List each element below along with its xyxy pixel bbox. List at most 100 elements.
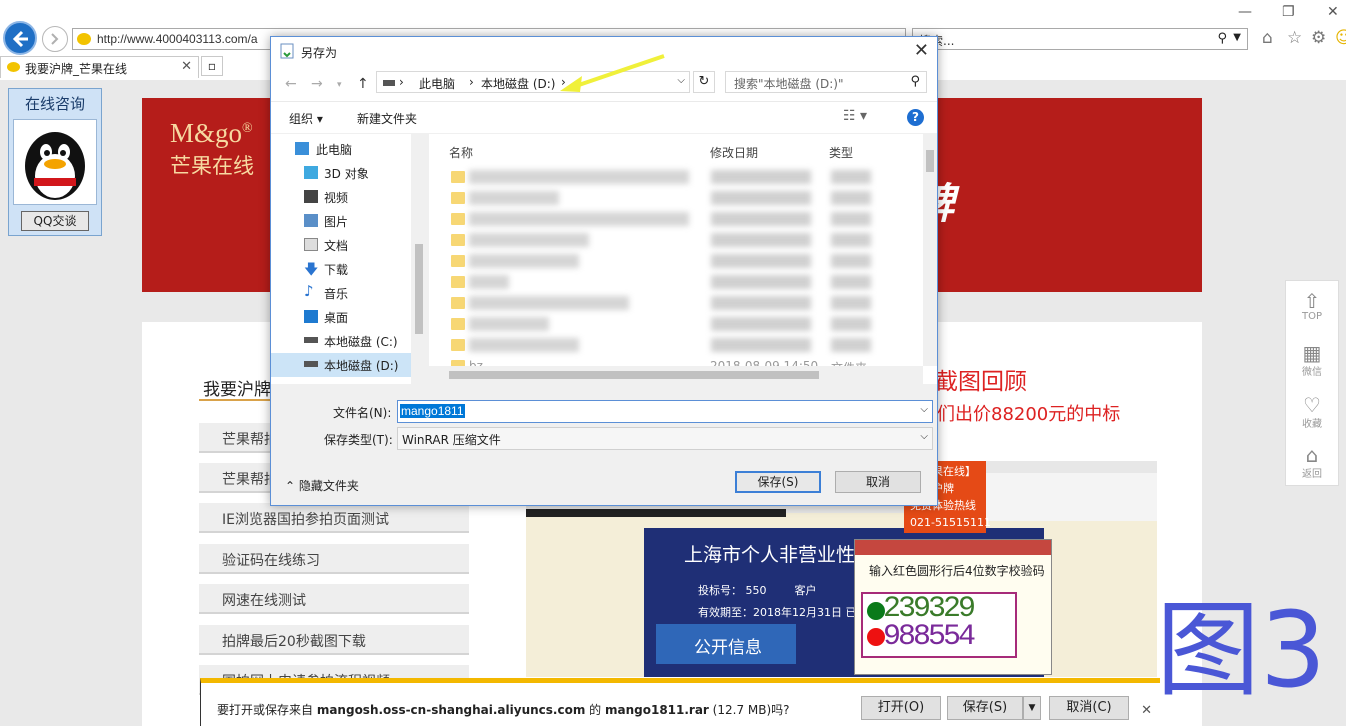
file-row[interactable] (451, 231, 921, 251)
nav-back-icon[interactable]: ← (285, 76, 297, 92)
navigation-tree: 此电脑 3D 对象 视频 图片 文档 🡇 下载 ♪ 音乐 桌面 本地磁盘 (C:) … (271, 134, 427, 384)
tool-favorite[interactable]: ♡ 收藏 (1286, 387, 1338, 437)
close-icon[interactable]: ✕ (1141, 703, 1152, 718)
home-icon[interactable]: ⌂ (1262, 28, 1273, 48)
favorites-star-icon[interactable]: ☆ (1287, 28, 1302, 48)
tool-back[interactable]: ⌂ 返回 (1286, 437, 1338, 487)
tree-item-desktop[interactable]: 桌面 (271, 305, 411, 329)
tab-favicon-icon (7, 62, 20, 72)
breadcrumb-this-pc[interactable]: 此电脑 (419, 75, 455, 92)
yellow-annotation-arrow (560, 54, 665, 92)
address-url: http://www.4000403113.com/a (97, 32, 258, 46)
breadcrumb-drive-d[interactable]: 本地磁盘 (D:) (481, 75, 555, 92)
tree-item-drive-c[interactable]: 本地磁盘 (C:) (271, 329, 411, 353)
sidebar-item[interactable]: IE浏览器国拍参拍页面测试 (199, 503, 469, 533)
browser-search-box[interactable]: 搜索... ⚲ ▼ (912, 28, 1248, 50)
column-type[interactable]: 类型 (829, 144, 853, 161)
filetype-value: WinRAR 压缩文件 (402, 433, 501, 447)
drive-d-icon (304, 361, 318, 367)
file-row[interactable] (451, 336, 921, 356)
close-window-button[interactable]: ✕ (1327, 4, 1339, 20)
dialog-search-placeholder: 搜索"本地磁盘 (D:)" (734, 77, 844, 91)
restore-button[interactable]: ❐ (1282, 4, 1295, 20)
tree-item-pictures[interactable]: 图片 (271, 209, 411, 233)
captcha-instruction: 输入红色圆形行后4位数字校验码 (869, 564, 1045, 578)
filename-input[interactable]: mango1811 ⌵ (397, 400, 933, 423)
chevron-down-icon[interactable]: ⌵ (920, 431, 928, 442)
column-modified[interactable]: 修改日期 (710, 144, 758, 161)
filename-value: mango1811 (400, 404, 465, 418)
hide-folders-toggle[interactable]: ⌃ 隐藏文件夹 (285, 477, 359, 494)
file-list-vscrollbar[interactable] (923, 134, 937, 366)
refresh-button[interactable]: ↻ (693, 71, 715, 93)
logo-main: M&go® (170, 118, 253, 148)
tree-item-3d[interactable]: 3D 对象 (271, 161, 411, 185)
nav-forward-icon[interactable]: → (311, 76, 323, 92)
folder-icon (451, 318, 465, 330)
chevron-up-icon: ⌃ (285, 479, 299, 493)
chevron-down-icon[interactable]: ▼ (1233, 32, 1241, 43)
file-row[interactable] (451, 210, 921, 230)
tab-close-icon[interactable]: ✕ (181, 59, 192, 74)
view-options-icon[interactable]: ☷ ▾ (843, 108, 867, 124)
tree-item-drive-d[interactable]: 本地磁盘 (D:) (271, 353, 411, 377)
figure-bid-number: 投标号： 550 客户 (698, 584, 817, 597)
tree-item-this-pc[interactable]: 此电脑 (271, 137, 411, 161)
tool-top[interactable]: ⇧ TOP (1286, 283, 1338, 333)
file-row[interactable] (451, 273, 921, 293)
download-open-button[interactable]: 打开(O) (861, 696, 941, 720)
tree-item-documents[interactable]: 文档 (271, 233, 411, 257)
back-button[interactable] (3, 21, 37, 55)
organize-menu[interactable]: 组织 ▾ (289, 110, 323, 127)
download-notification-bar: 要打开或保存来自 mangosh.oss-cn-shanghai.aliyunc… (200, 678, 1160, 726)
download-save-dropdown[interactable]: ▼ (1023, 696, 1041, 720)
forward-button[interactable] (42, 26, 68, 52)
dialog-search-input[interactable]: 搜索"本地磁盘 (D:)" ⚲ (725, 71, 927, 93)
save-button[interactable]: 保存(S) (735, 471, 821, 493)
music-icon: ♪ (304, 282, 314, 300)
qq-title: 在线咨询 (24, 95, 85, 113)
tool-wechat[interactable]: ▦ 微信 (1286, 335, 1338, 385)
dialog-close-button[interactable]: ✕ (914, 40, 929, 61)
gear-icon[interactable]: ⚙ (1311, 28, 1326, 48)
sidebar-item[interactable]: 拍牌最后20秒截图下载 (199, 625, 469, 655)
chevron-down-icon[interactable]: ⌵ (920, 404, 928, 415)
filetype-select[interactable]: WinRAR 压缩文件 ⌵ (397, 427, 933, 450)
new-tab-button[interactable]: ▫ (201, 56, 223, 76)
file-list: 名称 修改日期 类型 bz 2018-08-09 14:50 文件夹 (429, 134, 937, 384)
download-cancel-button[interactable]: 取消(C) (1049, 696, 1129, 720)
download-save-button[interactable]: 保存(S) (947, 696, 1023, 720)
file-row[interactable] (451, 252, 921, 272)
filename-label: 文件名(N): (333, 406, 392, 420)
tab-title: 我要沪牌_芒果在线 (25, 62, 128, 76)
cancel-button[interactable]: 取消 (835, 471, 921, 493)
folder-icon (451, 213, 465, 225)
tab-active[interactable]: 我要沪牌_芒果在线 ✕ (0, 56, 199, 78)
nav-recent-icon[interactable]: ▾ (337, 80, 342, 90)
save-as-dialog: 另存为 ✕ ← → ▾ ↑ › 此电脑 › 本地磁盘 (D:) › ⌵ ↻ 搜索… (270, 36, 938, 506)
minimize-button[interactable]: — (1238, 4, 1252, 20)
sidebar-item[interactable]: 验证码在线练习 (199, 544, 469, 574)
file-row[interactable] (451, 315, 921, 335)
file-row[interactable] (451, 294, 921, 314)
file-row[interactable] (451, 189, 921, 209)
dialog-toolbar: 组织 ▾ 新建文件夹 ☷ ▾ ? (271, 101, 937, 133)
tree-item-music[interactable]: ♪ 音乐 (271, 281, 411, 305)
help-icon[interactable]: ? (907, 109, 924, 126)
chevron-down-icon[interactable]: ⌵ (677, 75, 685, 86)
section-subheading: 们出价88200元的中标 (937, 404, 1121, 425)
tree-scrollbar[interactable] (411, 134, 427, 384)
file-row[interactable] (451, 168, 921, 188)
home-icon: ⌂ (1305, 443, 1319, 467)
qq-chat-button[interactable]: QQ交谈 (21, 211, 89, 231)
tree-item-downloads[interactable]: 🡇 下载 (271, 257, 411, 281)
new-folder-button[interactable]: 新建文件夹 (357, 110, 417, 127)
nav-up-icon[interactable]: ↑ (357, 76, 369, 92)
smiley-feedback-icon[interactable]: ☺ (1335, 28, 1346, 48)
tree-item-video[interactable]: 视频 (271, 185, 411, 209)
column-name[interactable]: 名称 (449, 144, 473, 161)
sidebar-item[interactable]: 网速在线测试 (199, 584, 469, 614)
file-list-hscrollbar[interactable] (429, 366, 923, 384)
search-icon[interactable]: ⚲ (1217, 31, 1227, 46)
heart-icon: ♡ (1303, 393, 1321, 417)
